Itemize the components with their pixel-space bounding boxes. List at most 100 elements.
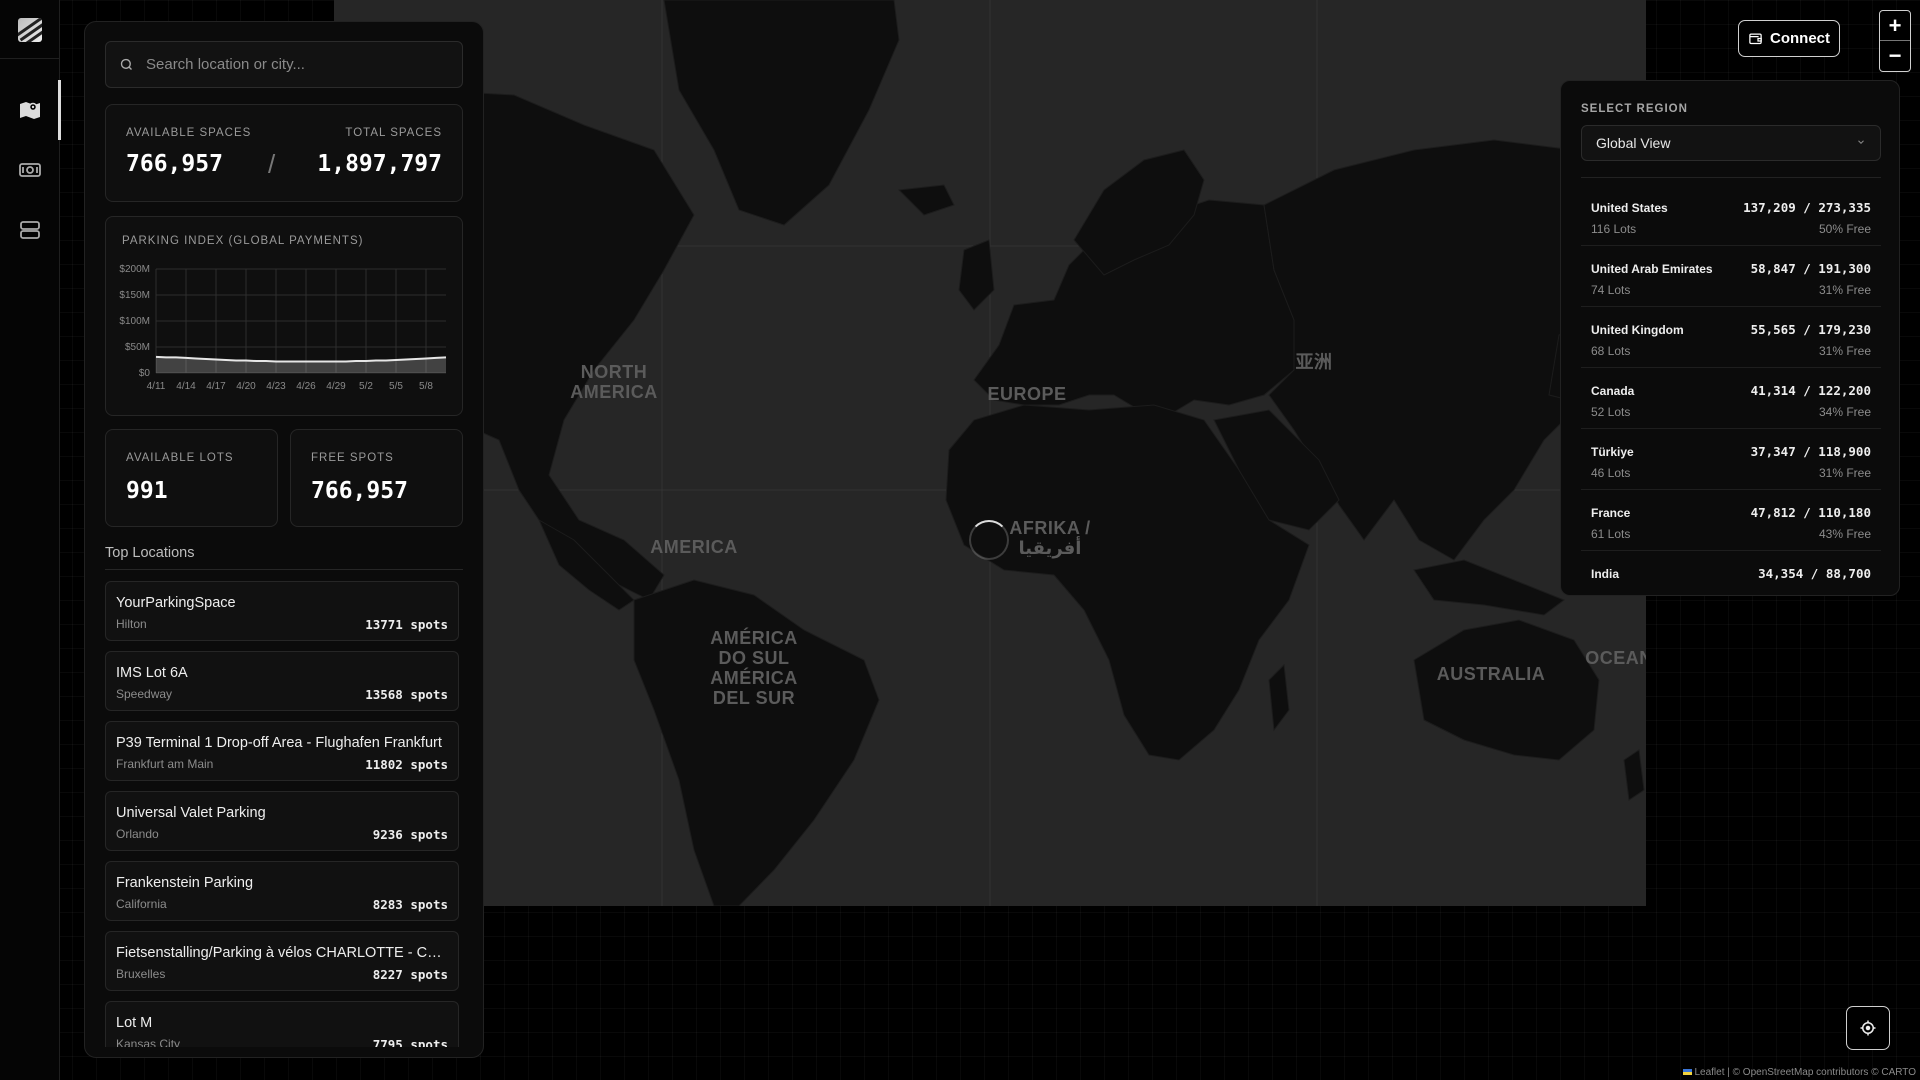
location-city: Speedway [116, 687, 173, 701]
map-label-ocean: OCEAN [1585, 648, 1646, 668]
map-label-africa: AFRIKA / أفريقيا [1009, 518, 1091, 558]
location-name: Fietsenstalling/Parking à vélos CHARLOTT… [116, 945, 448, 961]
region-item[interactable]: United Kingdom 68 Lots 55,565 / 179,230 31%… [1581, 307, 1881, 368]
region-item[interactable]: Türkiye 46 Lots 37,347 / 118,900 31% Free [1581, 429, 1881, 490]
world-map[interactable]: NORTH AMERICA EUROPE 亚洲 AMERICA AFRIKA / أ… [334, 0, 1646, 906]
nav-rail [0, 0, 61, 1080]
leaflet-link[interactable]: Leaflet [1694, 1067, 1724, 1078]
region-free-pct: 50% Free [1818, 222, 1871, 236]
location-city: Kansas City [116, 1037, 181, 1047]
region-select[interactable]: Global View [1581, 125, 1881, 161]
available-spaces-label: AVAILABLE SPACES [126, 127, 252, 139]
top-locations-divider [105, 569, 463, 570]
region-free-pct: 31% Free [1818, 466, 1871, 480]
region-list[interactable]: United States 116 Lots 137,209 / 273,335 50… [1581, 185, 1881, 595]
chart-y-tick: $0 [139, 368, 151, 379]
wallet-icon [1749, 33, 1762, 45]
region-value: 137,209 / 273,335 [1743, 200, 1871, 215]
map-label-asia: 亚洲 [1295, 352, 1333, 372]
chart-x-tick: 5/8 [419, 381, 433, 392]
location-spots: 8227 spots [372, 967, 448, 982]
dashboard-panel: AVAILABLE SPACES 766,957 / TOTAL SPACES … [84, 21, 484, 1058]
location-item[interactable]: IMS Lot 6A Speedway 13568 spots [105, 651, 459, 711]
region-country: United States [1591, 201, 1668, 215]
region-country: United Kingdom [1591, 323, 1684, 337]
chart-x-tick: 5/2 [359, 381, 373, 392]
select-region-label: SELECT REGION [1581, 103, 1688, 115]
connect-button[interactable]: Connect [1738, 20, 1840, 57]
location-item[interactable]: Frankenstein Parking California 8283 spots [105, 861, 459, 921]
rail-divider [0, 58, 60, 59]
location-name: YourParkingSpace [116, 595, 236, 611]
region-item[interactable]: Canada 52 Lots 41,314 / 122,200 34% Free [1581, 368, 1881, 429]
connect-label: Connect [1770, 30, 1830, 47]
region-free-pct: 34% Free [1818, 405, 1871, 419]
region-item[interactable]: United States 116 Lots 137,209 / 273,335 50… [1581, 185, 1881, 246]
region-value: 34,354 / 88,700 [1758, 566, 1871, 581]
map-label-america: AMERICA [650, 537, 738, 557]
location-spots: 11802 spots [365, 757, 448, 772]
total-spaces-value: 1,897,797 [317, 151, 442, 177]
top-locations-list[interactable]: YourParkingSpace Hilton 13771 spots IMS Lot… [105, 581, 459, 1047]
location-name: P39 Terminal 1 Drop-off Area - Flughafen… [116, 735, 442, 751]
location-item[interactable]: P39 Terminal 1 Drop-off Area - Flughafen… [105, 721, 459, 781]
region-lots: 68 Lots [1591, 344, 1631, 358]
location-item[interactable]: Universal Valet Parking Orlando 9236 spots [105, 791, 459, 851]
server-icon [20, 221, 40, 239]
attribution-text: | © OpenStreetMap contributors © CARTO [1727, 1067, 1916, 1078]
nav-map-button[interactable] [0, 80, 61, 140]
search-icon [106, 57, 146, 72]
region-item[interactable]: India 34,354 / 88,700 [1581, 551, 1881, 595]
location-item[interactable]: Fietsenstalling/Parking à vélos CHARLOTT… [105, 931, 459, 991]
region-item[interactable]: France 61 Lots 47,812 / 110,180 43% Free [1581, 490, 1881, 551]
region-free-pct: 31% Free [1818, 283, 1871, 297]
logo-icon[interactable] [18, 18, 42, 42]
chart-y-tick: $100M [119, 316, 150, 327]
region-value: 41,314 / 122,200 [1750, 383, 1871, 398]
region-country: Türkiye [1591, 445, 1634, 459]
top-locations-title: Top Locations [105, 545, 195, 561]
location-spots: 13568 spots [365, 687, 448, 702]
zoom-out-button[interactable]: − [1880, 41, 1910, 71]
location-city: Bruxelles [116, 967, 166, 981]
chart-x-tick: 5/5 [389, 381, 403, 392]
location-spots: 13771 spots [365, 617, 448, 632]
nav-servers-button[interactable] [0, 210, 60, 250]
chart-y-tick: $50M [125, 342, 150, 353]
region-lots: 116 Lots [1591, 222, 1637, 236]
region-free-pct: 43% Free [1818, 527, 1871, 541]
chart-y-tick: $200M [119, 264, 150, 275]
location-city: Frankfurt am Main [116, 757, 214, 771]
location-item[interactable]: Lot M Kansas City 7795 spots [105, 1001, 459, 1047]
region-country: France [1591, 506, 1631, 520]
free-spots-card: FREE SPOTS 766,957 [290, 429, 463, 527]
money-icon [19, 163, 41, 177]
region-divider [1581, 177, 1881, 178]
app-root: NORTH AMERICA EUROPE 亚洲 AMERICA AFRIKA / أ… [0, 0, 1920, 1080]
search-input[interactable] [146, 42, 462, 87]
region-country: India [1591, 567, 1620, 581]
nav-payments-button[interactable] [0, 150, 60, 190]
chart-y-tick: $150M [119, 290, 150, 301]
free-spots-label: FREE SPOTS [311, 452, 394, 464]
region-country: United Arab Emirates [1591, 262, 1713, 276]
map-attribution: Leaflet | © OpenStreetMap contributors ©… [1683, 1067, 1916, 1078]
locate-button[interactable] [1846, 1006, 1890, 1050]
zoom-in-button[interactable]: + [1880, 11, 1910, 41]
map-label-south-america: AMÉRICA DO SUL AMÉRICA DEL SUR [710, 628, 798, 708]
chart-x-tick: 4/23 [266, 381, 286, 392]
total-spaces-label: TOTAL SPACES [345, 127, 442, 139]
parking-index-chart: $0 $50M $100M $150M $200M 4/11 4/14 4/17 4/20 4/2… [119, 264, 447, 392]
spaces-separator: / [268, 149, 276, 179]
region-free-pct: 31% Free [1818, 344, 1871, 358]
location-spots: 9236 spots [372, 827, 448, 842]
region-item[interactable]: United Arab Emirates 74 Lots 58,847 / 191,… [1581, 246, 1881, 307]
map-shapes [334, 0, 1646, 906]
chart-x-tick: 4/17 [206, 381, 226, 392]
map-label-australia: AUSTRALIA [1436, 664, 1546, 684]
location-item[interactable]: YourParkingSpace Hilton 13771 spots [105, 581, 459, 641]
location-city: California [116, 897, 167, 911]
location-spots: 8283 spots [372, 897, 448, 912]
chart-x-tick: 4/11 [147, 381, 166, 392]
zoom-control: + − [1879, 10, 1911, 72]
